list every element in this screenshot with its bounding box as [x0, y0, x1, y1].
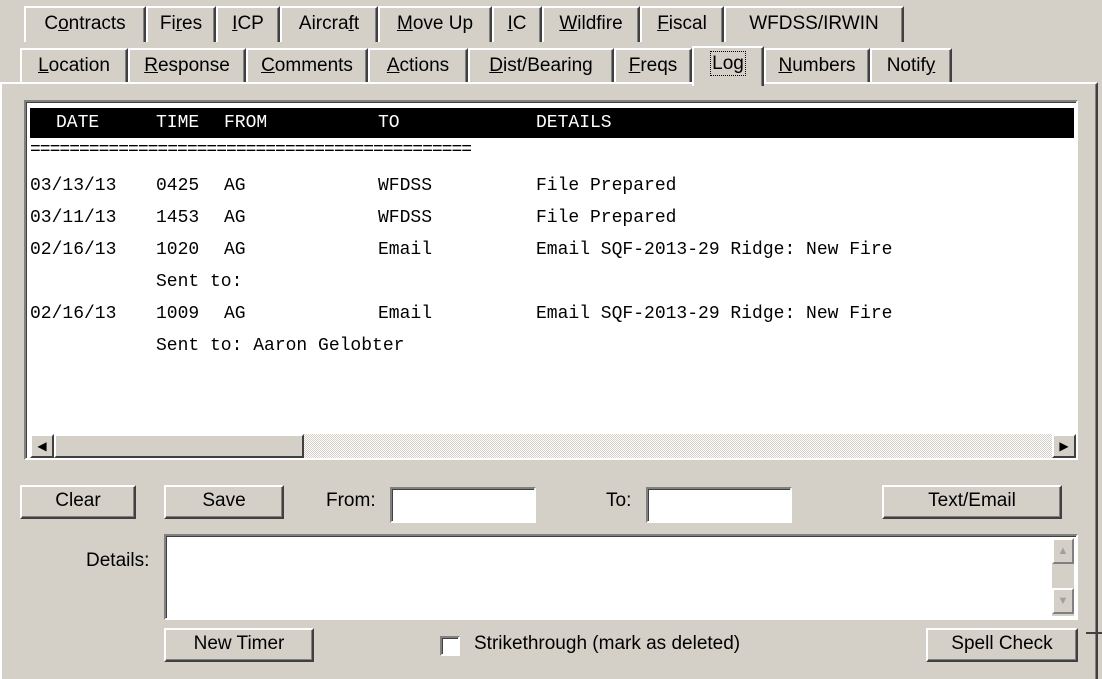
- new-timer-button[interactable]: New Timer: [164, 628, 314, 662]
- log-from: AG: [224, 304, 246, 324]
- log-header-to: TO: [378, 113, 400, 133]
- log-time: 0425: [156, 176, 200, 196]
- details-label: Details:: [86, 550, 150, 571]
- log-row[interactable]: 03/11/13 1453 AG WFDSS File Prepared: [30, 202, 676, 234]
- tab-comments[interactable]: Comments: [246, 48, 368, 84]
- tab-fiscal[interactable]: Fiscal: [640, 6, 724, 42]
- spell-check-button[interactable]: Spell Check: [926, 628, 1078, 662]
- tab-fires[interactable]: Fires: [146, 6, 216, 42]
- tab-response[interactable]: Response: [128, 48, 246, 84]
- log-date: 03/11/13: [30, 208, 117, 228]
- log-time: 1453: [156, 208, 200, 228]
- tab-row-upper: Contracts Fires ICP Aircraft Move Up IC …: [0, 6, 1102, 42]
- log-time: Sent to:: [156, 272, 243, 292]
- log-from: AG: [224, 240, 246, 260]
- strikethrough-checkbox[interactable]: [440, 636, 460, 656]
- tab-location[interactable]: Location: [20, 48, 128, 84]
- text-email-button[interactable]: Text/Email: [882, 485, 1062, 519]
- tab-aircraft[interactable]: Aircraft: [280, 6, 378, 42]
- tab-ic[interactable]: IC: [492, 6, 542, 42]
- to-field[interactable]: [646, 487, 792, 523]
- log-row[interactable]: 02/16/13 1020 AG Email Email SQF-2013-29…: [30, 234, 892, 266]
- log-time: 1020: [156, 240, 200, 260]
- log-time: Sent to: Aaron Gelobter: [156, 336, 405, 356]
- log-header-time: TIME: [156, 113, 200, 133]
- log-separator: ========================================…: [30, 140, 472, 160]
- log-row[interactable]: Sent to: Aaron Gelobter: [30, 330, 404, 362]
- scroll-up-arrow-icon[interactable]: ▲: [1052, 538, 1074, 564]
- log-to: WFDSS: [378, 176, 433, 196]
- log-to: Email: [378, 304, 433, 324]
- from-field[interactable]: [390, 487, 536, 523]
- scroll-left-arrow-icon[interactable]: ◀: [30, 434, 54, 458]
- log-details: Email SQF-2013-29 Ridge: New Fire: [536, 304, 893, 324]
- log-row[interactable]: 03/13/13 0425 AG WFDSS File Prepared: [30, 170, 676, 202]
- log-details: Email SQF-2013-29 Ridge: New Fire: [536, 240, 893, 260]
- tab-icp[interactable]: ICP: [216, 6, 280, 42]
- strikethrough-label[interactable]: Strikethrough (mark as deleted): [474, 633, 740, 655]
- clear-button[interactable]: Clear: [20, 485, 136, 519]
- panel-edge-divider: [1086, 632, 1102, 634]
- tab-dist-bearing[interactable]: Dist/Bearing: [468, 48, 614, 84]
- log-to: WFDSS: [378, 208, 433, 228]
- tab-freqs[interactable]: Freqs: [614, 48, 692, 84]
- log-header-from: FROM: [224, 113, 268, 133]
- log-horizontal-scrollbar[interactable]: ◀ ▶: [30, 434, 1076, 458]
- to-label: To:: [606, 490, 632, 511]
- log-header-details: DETAILS: [536, 113, 612, 133]
- scroll-down-arrow-icon[interactable]: ▼: [1052, 588, 1074, 614]
- log-header-bar: DATE TIME FROM TO DETAILS: [30, 108, 1074, 138]
- tab-notify[interactable]: Notify: [870, 48, 952, 84]
- log-header-date: DATE: [56, 113, 100, 133]
- tab-contracts[interactable]: Contracts: [24, 6, 146, 42]
- tab-move-up[interactable]: Move Up: [378, 6, 492, 42]
- log-row[interactable]: Sent to:: [30, 266, 242, 298]
- save-button[interactable]: Save: [164, 485, 284, 519]
- log-list[interactable]: DATE TIME FROM TO DETAILS ==============…: [24, 100, 1078, 460]
- tab-numbers[interactable]: Numbers: [764, 48, 870, 84]
- tab-row-lower: Location Response Comments Actions Dist/…: [0, 46, 1102, 86]
- log-time: 1009: [156, 304, 200, 324]
- log-date: 03/13/13: [30, 176, 117, 196]
- log-row[interactable]: 02/16/13 1009 AG Email Email SQF-2013-29…: [30, 298, 892, 330]
- log-to: Email: [378, 240, 433, 260]
- details-vertical-scrollbar[interactable]: ▲ ▼: [1052, 538, 1074, 616]
- log-details: File Prepared: [536, 176, 677, 196]
- tab-actions[interactable]: Actions: [368, 48, 468, 84]
- scroll-track[interactable]: [54, 434, 1052, 458]
- log-from: AG: [224, 208, 246, 228]
- from-label: From:: [326, 490, 376, 511]
- log-date: 02/16/13: [30, 240, 117, 260]
- tab-log[interactable]: Log: [692, 46, 764, 86]
- tab-wfdss-irwin[interactable]: WFDSS/IRWIN: [724, 6, 904, 42]
- scroll-thumb[interactable]: [54, 434, 304, 458]
- log-details: File Prepared: [536, 208, 677, 228]
- scroll-right-arrow-icon[interactable]: ▶: [1052, 434, 1076, 458]
- log-date: 02/16/13: [30, 304, 117, 324]
- log-from: AG: [224, 176, 246, 196]
- details-textarea[interactable]: [164, 534, 1078, 620]
- tab-wildfire[interactable]: Wildfire: [542, 6, 640, 42]
